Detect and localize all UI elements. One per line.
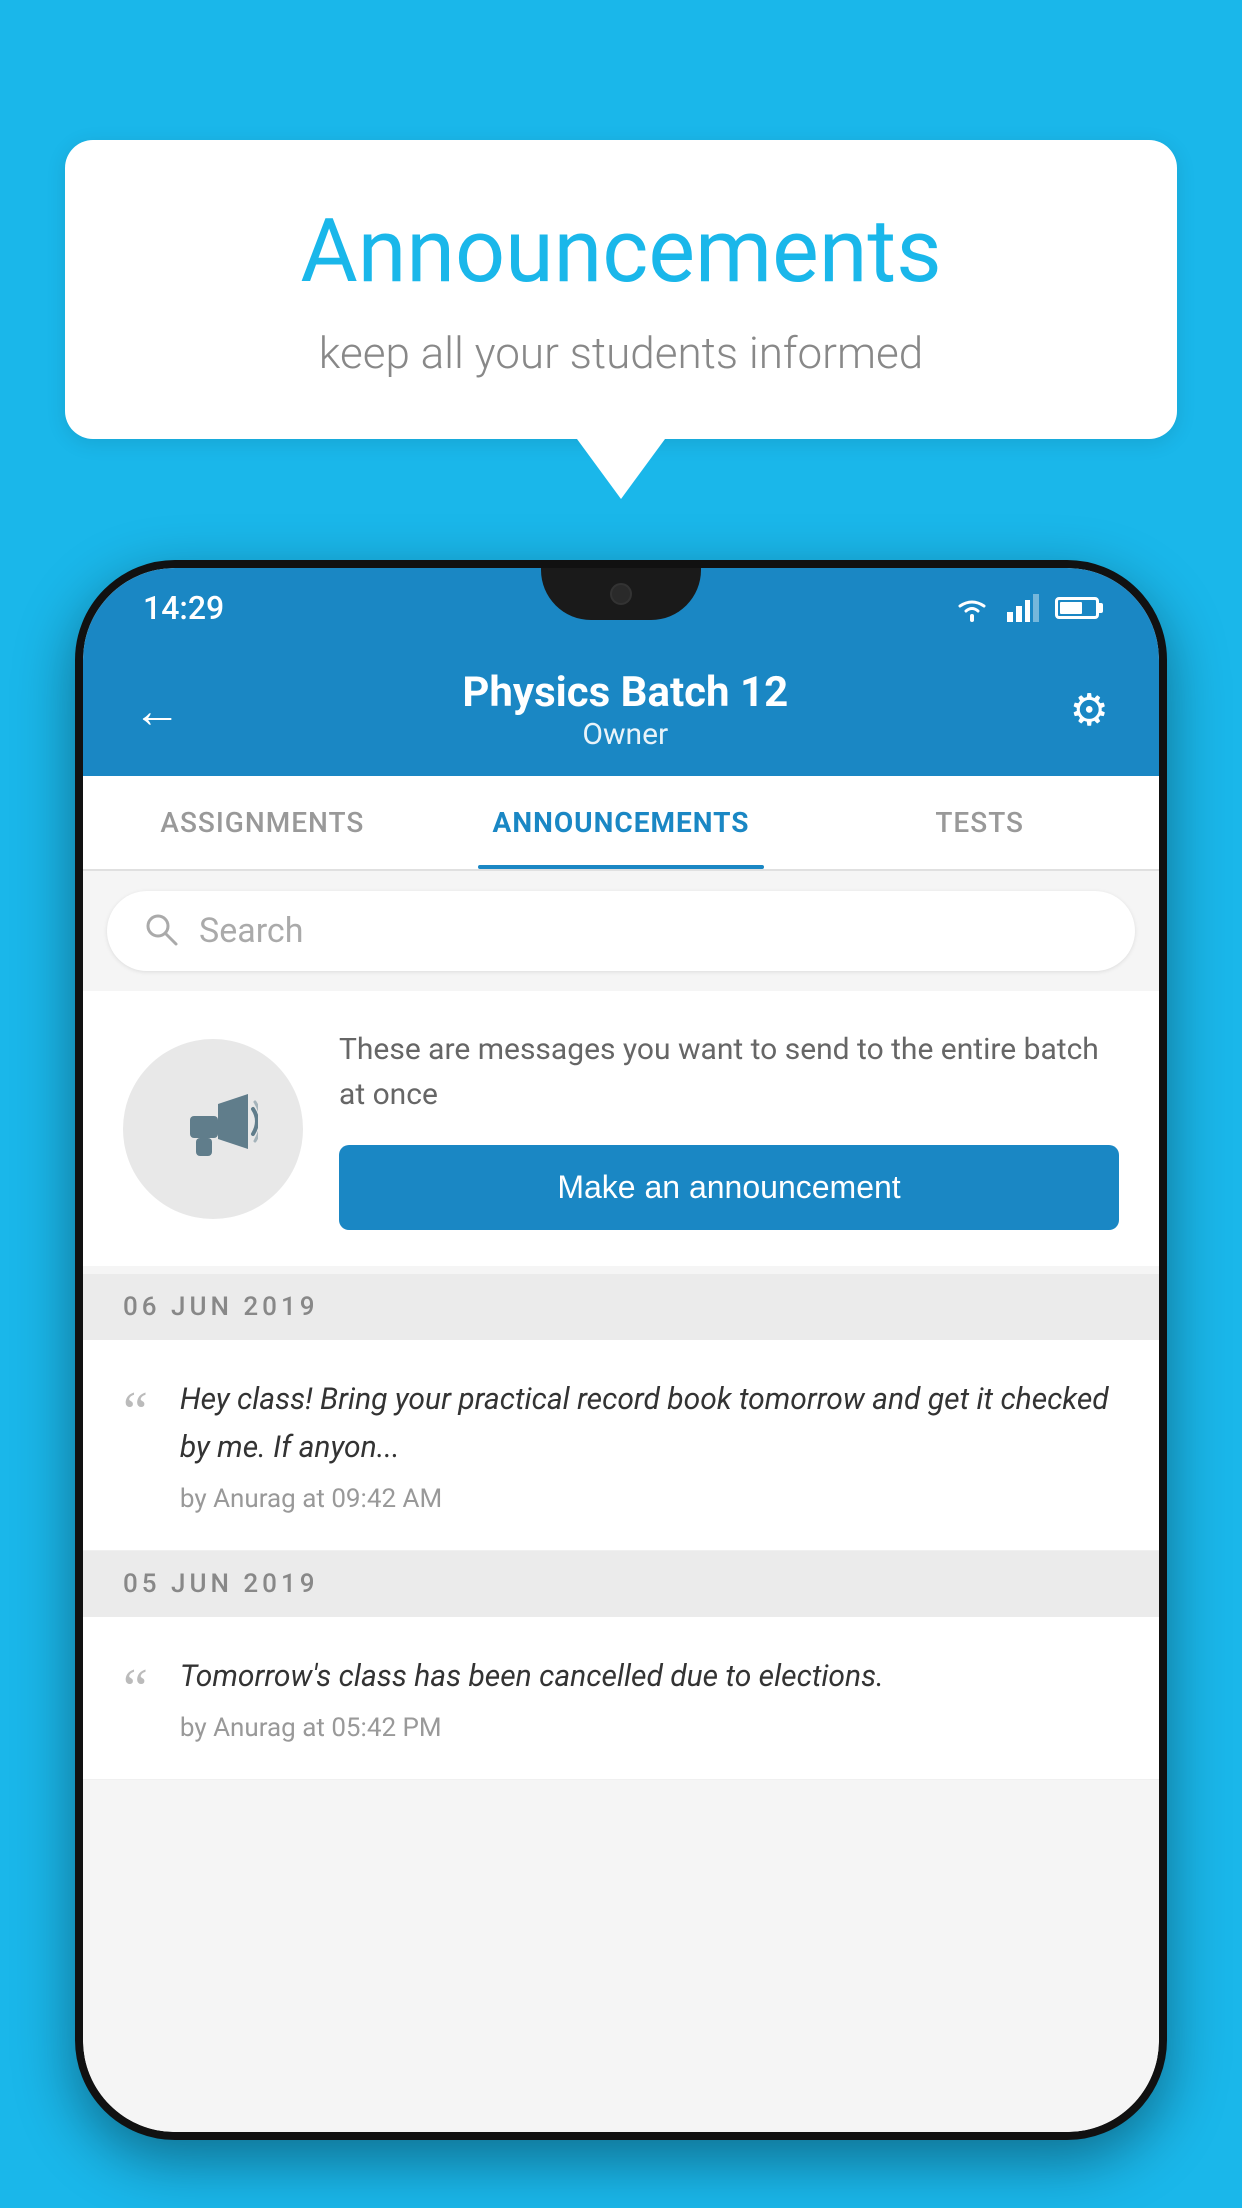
- battery-fill: [1060, 602, 1082, 614]
- announcement-prompt: These are messages you want to send to t…: [83, 991, 1159, 1266]
- announcement-content-2: Tomorrow's class has been cancelled due …: [180, 1653, 884, 1743]
- make-announcement-button[interactable]: Make an announcement: [339, 1145, 1119, 1230]
- announcement-text-1: Hey class! Bring your practical record b…: [180, 1376, 1119, 1472]
- announce-right: These are messages you want to send to t…: [339, 1027, 1119, 1230]
- quote-icon-1: “: [123, 1384, 148, 1440]
- status-time: 14:29: [143, 589, 224, 627]
- search-placeholder: Search: [199, 911, 303, 951]
- phone-screen: 14:29: [83, 568, 1159, 2132]
- search-bar[interactable]: Search: [107, 891, 1135, 971]
- tab-tests[interactable]: TESTS: [800, 776, 1159, 869]
- back-button[interactable]: ←: [133, 682, 181, 739]
- front-camera: [610, 583, 632, 605]
- batch-title: Physics Batch 12: [462, 668, 788, 717]
- phone-device: 14:29: [75, 560, 1167, 2140]
- tab-assignments[interactable]: ASSIGNMENTS: [83, 776, 442, 869]
- tab-announcements[interactable]: ANNOUNCEMENTS: [442, 776, 801, 869]
- announcement-content-1: Hey class! Bring your practical record b…: [180, 1376, 1119, 1514]
- bubble-arrow: [577, 439, 665, 499]
- announcement-item-2[interactable]: “ Tomorrow's class has been cancelled du…: [83, 1617, 1159, 1780]
- bubble-title: Announcements: [145, 200, 1097, 303]
- date-separator-1: 06 JUN 2019: [83, 1274, 1159, 1340]
- app-header: ← Physics Batch 12 Owner ⚙: [83, 648, 1159, 776]
- megaphone-icon: [168, 1084, 258, 1174]
- speech-bubble-card: Announcements keep all your students inf…: [65, 140, 1177, 439]
- volume-button: [75, 848, 79, 928]
- date-separator-2: 05 JUN 2019: [83, 1551, 1159, 1617]
- announcement-by-1: by Anurag at 09:42 AM: [180, 1484, 1119, 1514]
- search-icon-wrap: [143, 911, 179, 951]
- bubble-subtitle: keep all your students informed: [145, 327, 1097, 379]
- announcement-by-2: by Anurag at 05:42 PM: [180, 1713, 884, 1743]
- speech-bubble-section: Announcements keep all your students inf…: [65, 140, 1177, 499]
- status-icons: [953, 594, 1099, 622]
- tabs-bar: ASSIGNMENTS ANNOUNCEMENTS TESTS: [83, 776, 1159, 871]
- batch-role: Owner: [462, 717, 788, 752]
- announce-description: These are messages you want to send to t…: [339, 1027, 1119, 1117]
- signal-icon: [1007, 594, 1039, 622]
- battery-icon: [1055, 597, 1099, 619]
- announcement-icon-circle: [123, 1039, 303, 1219]
- announcement-text-2: Tomorrow's class has been cancelled due …: [180, 1653, 884, 1701]
- battery-tip: [1099, 603, 1103, 613]
- wifi-icon: [953, 594, 991, 622]
- header-center: Physics Batch 12 Owner: [462, 668, 788, 752]
- quote-icon-2: “: [123, 1661, 148, 1717]
- phone-notch: [541, 568, 701, 620]
- power-button: [1163, 848, 1167, 978]
- settings-button[interactable]: ⚙: [1070, 684, 1109, 736]
- search-icon: [143, 911, 179, 947]
- announcement-item-1[interactable]: “ Hey class! Bring your practical record…: [83, 1340, 1159, 1551]
- content-area: Search: [83, 871, 1159, 2132]
- phone-wrapper: 14:29: [75, 560, 1167, 2208]
